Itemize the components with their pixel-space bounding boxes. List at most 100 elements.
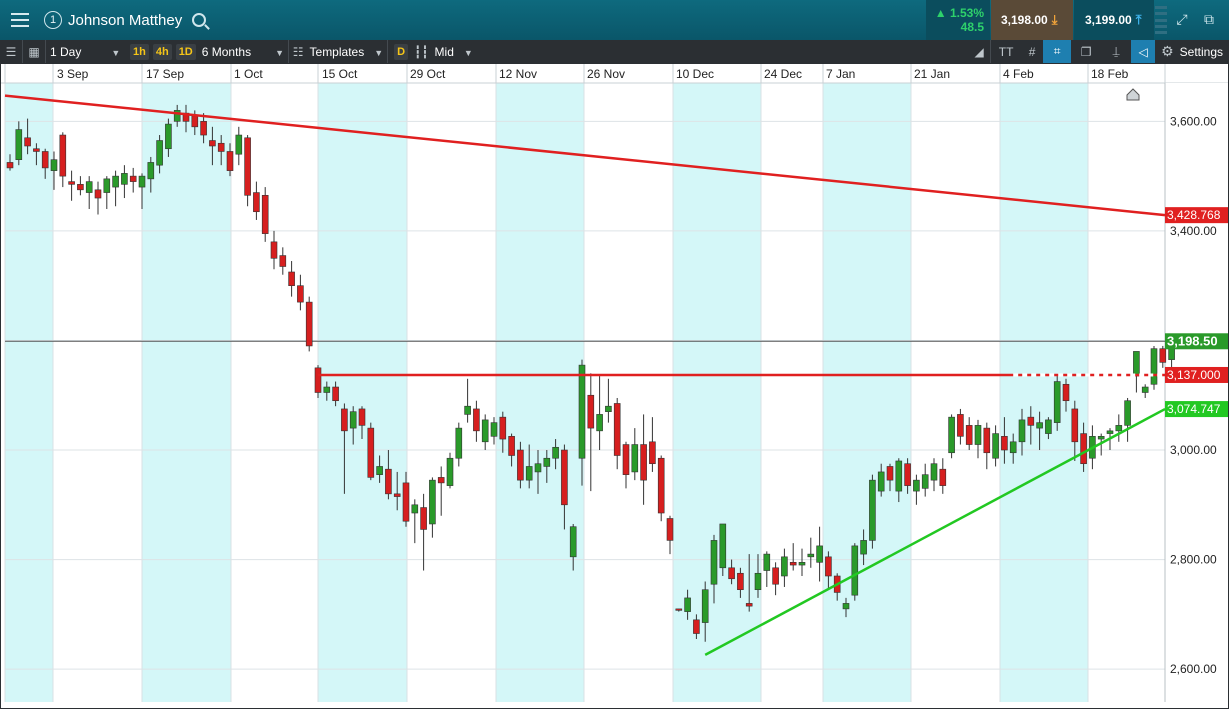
x-tick-label: 1 Oct (234, 67, 263, 81)
price-chart[interactable]: 3 Sep 17 Sep 1 Oct 15 Oct 29 Oct 12 Nov 26 Nov… (0, 63, 1229, 709)
windows-icon[interactable]: ❐ (1071, 40, 1101, 63)
up-candle (992, 433, 999, 459)
buy-button[interactable]: 3,199.00 ⤒ (1074, 0, 1154, 40)
price-tag-label: 3,428.768 (1167, 208, 1221, 222)
down-candle (657, 457, 665, 514)
down-candle (904, 463, 911, 486)
draw-line-icon[interactable]: ◢ (968, 40, 990, 63)
y-tick-label: 3,400.00 (1170, 224, 1217, 238)
up-candle (235, 134, 243, 155)
up-candle (1018, 419, 1026, 443)
up-candle (156, 140, 163, 166)
down-candle (1062, 383, 1070, 402)
price-tag-label: 3,137.000 (1167, 368, 1221, 382)
timeframe-1h-button[interactable]: 1h (130, 43, 149, 60)
down-candle (1080, 433, 1087, 465)
price-axis (1165, 83, 1229, 702)
down-candle (1159, 348, 1167, 363)
down-candle (393, 493, 401, 497)
down-candle (226, 151, 234, 171)
x-tick-label: 24 Dec (764, 67, 802, 81)
x-tick-label: 10 Dec (676, 67, 714, 81)
templates-label: Templates (309, 44, 365, 59)
crosshair-icon[interactable]: ⌗ (1043, 40, 1072, 63)
up-candle (974, 425, 982, 445)
depth-bars-icon (1155, 6, 1167, 34)
x-tick-label: 15 Oct (322, 67, 358, 81)
search-icon[interactable] (192, 13, 207, 27)
up-candle (50, 159, 58, 171)
menu-icon[interactable] (0, 0, 40, 40)
up-candle (323, 386, 331, 393)
date-band (496, 83, 584, 702)
down-candle (191, 115, 199, 128)
up-candle (596, 414, 603, 432)
up-candle (930, 463, 938, 481)
down-candle (305, 301, 313, 347)
down-candle (587, 394, 595, 429)
down-candle (209, 140, 216, 147)
down-candle (420, 507, 427, 530)
x-tick-label: 21 Jan (914, 67, 950, 81)
list-icon[interactable]: ☰ (0, 40, 22, 63)
down-candle (314, 367, 322, 393)
notification-badge[interactable]: 1 (40, 0, 66, 40)
up-candle (877, 471, 885, 492)
timeframe-1d-button[interactable]: 1D (175, 43, 196, 60)
up-candle (464, 405, 471, 415)
templates-select[interactable]: ☷ Templates ▼ (289, 45, 387, 59)
chevron-down-icon: ▼ (111, 47, 121, 58)
up-candle (349, 411, 357, 429)
down-candle (402, 482, 410, 522)
interval-select[interactable]: 1 Day ▼ (46, 45, 128, 59)
chart-svg[interactable]: 3 Sep 17 Sep 1 Oct 15 Oct 29 Oct 12 Nov 26 Nov… (0, 63, 1229, 709)
d-button[interactable]: D (394, 43, 409, 60)
instrument-name[interactable]: Johnson Matthey (68, 12, 182, 29)
down-candle (622, 444, 630, 475)
up-candle (147, 162, 155, 180)
date-band (1000, 83, 1088, 702)
down-candle (41, 151, 49, 169)
up-candle (112, 175, 119, 188)
grid-icon[interactable]: # (1021, 40, 1043, 63)
popout-icon[interactable]: ⧉ (1200, 11, 1218, 29)
down-candle (437, 477, 445, 484)
up-candle (1036, 422, 1043, 429)
up-candle (1141, 386, 1149, 393)
up-candle (411, 504, 419, 514)
expand-icon[interactable]: ⤢ (1173, 11, 1191, 29)
candles-icon: ┇┇ (414, 44, 429, 59)
x-tick-label: 4 Feb (1003, 67, 1034, 81)
change-points: 48.5 (960, 20, 984, 34)
down-candle (666, 518, 674, 541)
layout-icon[interactable]: ▦ (23, 40, 45, 63)
date-band (5, 83, 53, 702)
up-candle (1053, 381, 1061, 423)
price-type-select[interactable]: ┇┇ Mid ▼ (410, 45, 477, 59)
timeframe-4h-button[interactable]: 4h (152, 43, 172, 60)
range-select[interactable]: 6 Months ▼ (198, 45, 288, 59)
up-candle (948, 416, 955, 454)
down-candle (279, 255, 287, 267)
down-candle (244, 137, 251, 196)
down-candle (561, 449, 568, 506)
date-band (823, 83, 911, 702)
up-candle (446, 457, 454, 486)
sell-arrow-icon: ⤓ (1051, 12, 1058, 27)
alert-icon[interactable]: ⍊ (1101, 40, 1131, 63)
down-candle (77, 184, 84, 191)
down-candle (217, 142, 225, 152)
down-candle (508, 436, 515, 456)
up-candle (534, 463, 542, 473)
tag-icon[interactable]: ◁ (1131, 40, 1156, 63)
x-tick-label: 26 Nov (587, 67, 625, 81)
down-candle (68, 181, 75, 185)
up-candle (578, 364, 586, 459)
text-tool-button[interactable]: TT (991, 40, 1021, 63)
settings-button[interactable]: ⚙ Settings (1155, 43, 1229, 60)
daily-change: ▲ 1.53% 48.5 (926, 0, 990, 40)
x-tick-label: 3 Sep (57, 67, 89, 81)
x-tick-label: 29 Oct (410, 67, 446, 81)
sell-button[interactable]: 3,198.00 ⤓ (991, 0, 1073, 40)
notification-count: 1 (44, 11, 62, 29)
